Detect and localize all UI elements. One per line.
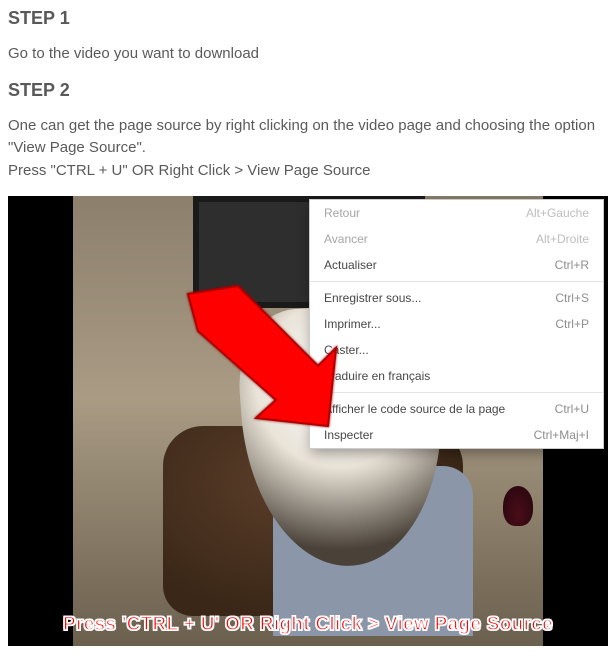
screenshot-caption: Press 'CTRL + U' OR Right Click > View P… — [8, 614, 608, 636]
context-menu-item-shortcut: Alt+Droite — [536, 230, 589, 248]
context-menu-item[interactable]: Caster... — [310, 337, 603, 363]
context-menu-item-label: Avancer — [324, 230, 368, 248]
context-menu-item-label: Caster... — [324, 341, 369, 359]
context-menu-item[interactable]: Inspecter Ctrl+Maj+I — [310, 422, 603, 448]
context-menu-item-label: Actualiser — [324, 256, 377, 274]
context-menu-item[interactable]: Actualiser Ctrl+R — [310, 252, 603, 278]
context-menu-item[interactable]: Traduire en français — [310, 363, 603, 389]
step2-text-line1: One can get the page source by right cli… — [8, 117, 595, 157]
context-menu-item[interactable]: Afficher le code source de la page Ctrl+U — [310, 396, 603, 422]
context-menu-item-label: Enregistrer sous... — [324, 289, 421, 307]
context-menu-item-label: Retour — [324, 204, 360, 222]
step1-heading: STEP 1 — [8, 8, 608, 29]
context-menu-item-label: Traduire en français — [324, 367, 430, 385]
instruction-screenshot: Retour Alt+Gauche Avancer Alt+Droite Actuali… — [8, 196, 608, 646]
context-menu-item: Avancer Alt+Droite — [310, 226, 603, 252]
context-menu-item[interactable]: Enregistrer sous... Ctrl+S — [310, 285, 603, 311]
context-menu-item-label: Inspecter — [324, 426, 373, 444]
context-menu-item-shortcut: Ctrl+R — [555, 256, 589, 274]
context-menu-item: Retour Alt+Gauche — [310, 200, 603, 226]
context-menu-item-shortcut: Ctrl+Maj+I — [534, 426, 589, 444]
step2-text-line2: Press "CTRL + U" OR Right Click > View P… — [8, 162, 370, 179]
step2-heading: STEP 2 — [8, 80, 608, 101]
step2-text: One can get the page source by right cli… — [8, 115, 608, 183]
context-menu-item-shortcut: Ctrl+S — [555, 289, 589, 307]
wine-glass — [503, 486, 533, 526]
context-menu-item-shortcut: Ctrl+P — [555, 315, 589, 333]
browser-context-menu[interactable]: Retour Alt+Gauche Avancer Alt+Droite Actuali… — [309, 199, 604, 449]
context-menu-item-shortcut: Alt+Gauche — [526, 204, 589, 222]
context-menu-item-label: Imprimer... — [324, 315, 381, 333]
context-menu-item-shortcut: Ctrl+U — [555, 400, 589, 418]
context-menu-item[interactable]: Imprimer... Ctrl+P — [310, 311, 603, 337]
step1-text: Go to the video you want to download — [8, 43, 608, 66]
context-menu-item-label: Afficher le code source de la page — [324, 400, 505, 418]
